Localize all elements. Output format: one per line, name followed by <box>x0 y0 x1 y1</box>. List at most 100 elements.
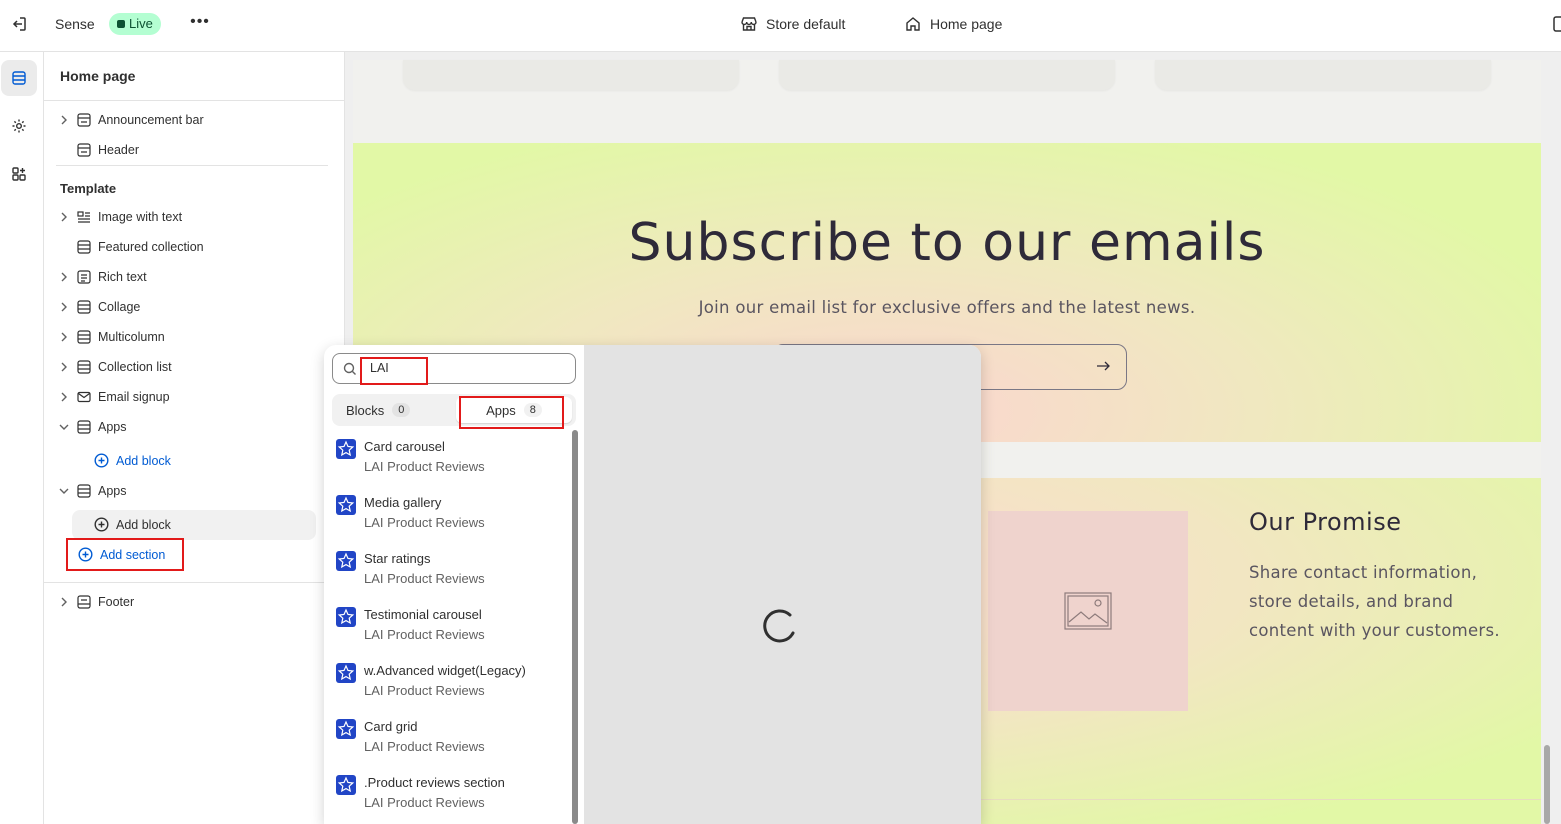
exit-icon[interactable] <box>9 14 29 34</box>
section-icon <box>76 594 92 610</box>
sections-tab[interactable] <box>1 60 37 96</box>
sidebar-item-header[interactable]: Header <box>56 136 139 164</box>
chevron-right-icon[interactable] <box>56 329 72 345</box>
popover-scrollbar[interactable] <box>572 430 578 824</box>
sidebar-item-label: Rich text <box>98 270 147 284</box>
sidebar-item-label: Apps <box>98 420 127 434</box>
email-icon <box>76 389 92 405</box>
sidebar-item-apps[interactable]: Apps <box>56 477 127 505</box>
sidebar-item-label: Announcement bar <box>98 113 204 127</box>
loading-spinner-icon <box>763 609 795 643</box>
section-icon <box>76 419 92 435</box>
app-vendor: LAI Product Reviews <box>364 683 485 698</box>
promise-title: Our Promise <box>1249 508 1402 536</box>
section-icon <box>76 112 92 128</box>
app-name: Testimonial carousel <box>364 607 482 622</box>
collection-card <box>1155 60 1491 90</box>
sidebar-item-collection-list[interactable]: Collection list <box>56 353 172 381</box>
sidebar-item-label: Featured collection <box>98 240 204 254</box>
app-name: Star ratings <box>364 551 431 566</box>
app-vendor: LAI Product Reviews <box>364 627 485 642</box>
section-icon <box>76 239 92 255</box>
chevron-right-icon[interactable] <box>56 269 72 285</box>
image-placeholder <box>988 511 1188 711</box>
lai-reviews-icon <box>336 663 356 683</box>
icon-rail <box>0 52 44 824</box>
apps-icon <box>12 167 26 181</box>
app-name: w.Advanced widget(Legacy) <box>364 663 526 678</box>
search-icon <box>343 362 356 375</box>
sidebar-item-collage[interactable]: Collage <box>56 293 140 321</box>
theme-name: Sense <box>55 16 95 32</box>
page-selector[interactable]: Home page <box>904 15 1002 33</box>
chevron-right-icon[interactable] <box>56 359 72 375</box>
highlight-box <box>459 396 564 429</box>
page-label: Home page <box>930 16 1003 32</box>
sidebar-item-label: Footer <box>98 595 135 609</box>
tab-label: Blocks <box>346 402 385 418</box>
subscribe-title: Subscribe to our emails <box>628 213 1266 273</box>
add-block-button[interactable]: Add block <box>94 517 171 532</box>
sidebar-item-label: Image with text <box>98 210 183 224</box>
plus-circle-icon <box>94 517 109 532</box>
divider <box>44 100 345 101</box>
plus-circle-icon <box>94 453 109 468</box>
sidebar-item-label: Collage <box>98 300 141 314</box>
add-block-label: Add block <box>116 517 171 532</box>
sidebar-item-image-with-text[interactable]: Image with text <box>56 203 182 231</box>
app-name: Card grid <box>364 719 418 734</box>
promise-text: Share contact information, store details… <box>1249 563 1500 640</box>
sidebar-item-rich-text[interactable]: Rich text <box>56 263 147 291</box>
lai-reviews-icon <box>336 495 356 515</box>
app-embeds-tab[interactable] <box>1 156 37 192</box>
divider <box>56 165 328 166</box>
section-icon <box>76 142 92 158</box>
theme-settings-tab[interactable] <box>1 108 37 144</box>
chevron-right-icon[interactable] <box>56 389 72 405</box>
preview-scrollbar[interactable] <box>1544 745 1550 824</box>
sidebar-item-label: Email signup <box>98 390 170 404</box>
section-icon <box>76 299 92 315</box>
sidebar-item-label: Multicolumn <box>98 330 165 344</box>
sidebar-item-apps[interactable]: Apps <box>56 413 127 441</box>
app-name: .Product reviews section <box>364 775 505 790</box>
sidebar-item-announcement-bar[interactable]: Announcement bar <box>56 106 204 134</box>
section-icon <box>76 329 92 345</box>
app-name: Media gallery <box>364 495 442 510</box>
gear-icon <box>12 119 26 133</box>
device-icon[interactable] <box>1552 15 1561 33</box>
chevron-down-icon[interactable] <box>56 483 72 499</box>
chevron-right-icon[interactable] <box>56 594 72 610</box>
highlight-box <box>360 357 428 385</box>
text-icon <box>76 269 92 285</box>
divider <box>44 582 345 583</box>
store-selector[interactable]: Store default <box>740 15 845 33</box>
chevron-down-icon[interactable] <box>56 419 72 435</box>
chevron-right-icon[interactable] <box>56 209 72 225</box>
tab-count: 0 <box>392 403 411 417</box>
more-actions-button[interactable]: ••• <box>189 12 211 34</box>
sections-sidebar: Home page Announcement bar Header Templa… <box>44 52 345 824</box>
chevron-right-icon[interactable] <box>56 112 72 128</box>
add-block-popover: LAI Blocks 0 Apps 8 Card carousel LAI Pr… <box>324 345 981 824</box>
sidebar-item-footer[interactable]: Footer <box>56 588 134 616</box>
highlight-box <box>66 538 184 571</box>
tab-blocks[interactable]: Blocks 0 <box>346 397 411 423</box>
sections-icon <box>12 71 26 85</box>
app-name: Card carousel <box>364 439 445 454</box>
template-heading: Template <box>60 181 117 196</box>
lai-reviews-icon <box>336 551 356 571</box>
arrow-right-icon[interactable] <box>1094 357 1112 375</box>
sidebar-item-label: Collection list <box>98 360 172 374</box>
sidebar-item-featured-collection[interactable]: Featured collection <box>56 233 204 261</box>
app-vendor: LAI Product Reviews <box>364 739 485 754</box>
collection-card <box>403 60 739 90</box>
add-block-button[interactable]: Add block <box>94 453 171 468</box>
collection-card <box>779 60 1115 90</box>
chevron-right-icon[interactable] <box>56 299 72 315</box>
lai-reviews-icon <box>336 719 356 739</box>
lai-reviews-icon <box>336 439 356 459</box>
sidebar-title: Home page <box>60 68 136 84</box>
sidebar-item-email-signup[interactable]: Email signup <box>56 383 170 411</box>
sidebar-item-multicolumn[interactable]: Multicolumn <box>56 323 165 351</box>
